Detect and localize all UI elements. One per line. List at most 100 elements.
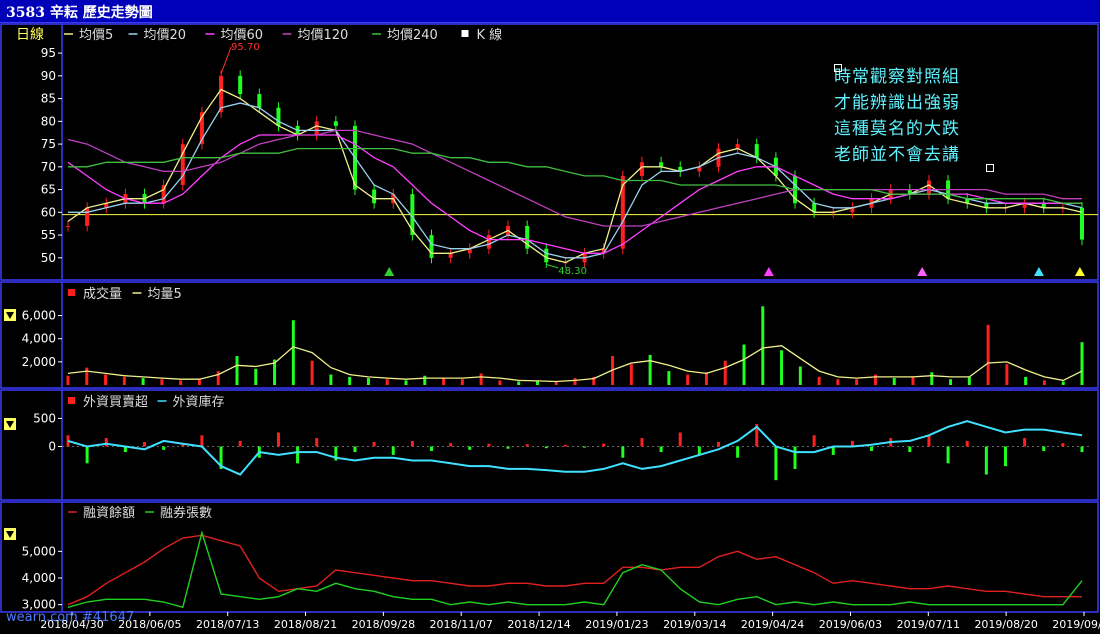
legend-price-label-3: 均價120 (298, 28, 349, 43)
date-tick-4: 2018/09/28 (352, 618, 415, 631)
foreign-bar (774, 446, 778, 481)
legend-price-label-0: 均價5 (79, 28, 113, 43)
foreign-bar (1023, 438, 1027, 447)
volume-bar (911, 376, 915, 385)
signal-marker-1 (763, 267, 774, 276)
volume-bar (85, 367, 89, 385)
candle-body (926, 180, 931, 195)
foreign-bar (812, 435, 816, 447)
high-label: 95.70 (231, 42, 260, 53)
volume-bar (686, 374, 690, 385)
foreign-bar (946, 446, 950, 464)
foreign-bar (143, 441, 147, 447)
volume-bar (535, 381, 539, 385)
volume-bar (704, 372, 708, 385)
foreign-bar (449, 443, 453, 447)
date-tick-6: 2018/12/14 (507, 618, 570, 631)
date-tick-9: 2019/04/24 (741, 618, 804, 631)
legend-price-swatch-5 (461, 30, 469, 37)
volume-ytick-0: 2,000 (22, 355, 56, 369)
date-tick-8: 2019/03/14 (663, 618, 726, 631)
signal-marker-3 (1033, 267, 1044, 276)
volume-bar (949, 379, 953, 385)
volume-bar (855, 379, 859, 385)
volume-bar (892, 378, 896, 385)
volume-bar (1061, 381, 1065, 385)
volume-bar (254, 368, 258, 385)
candle-body (754, 144, 759, 158)
foreign-bar (506, 446, 510, 449)
low-label: 48.30 (558, 266, 587, 277)
volume-bar (967, 376, 971, 385)
signal-marker-0 (384, 267, 395, 276)
foreign-bar (372, 441, 376, 447)
date-tick-7: 2019/01/23 (585, 618, 648, 631)
foreign-bar (1080, 446, 1084, 453)
price-ytick-9: 95 (41, 46, 56, 60)
volume-bar (66, 375, 70, 385)
date-tick-12: 2019/08/20 (974, 618, 1037, 631)
volume-bar (573, 378, 577, 385)
volume-series-均量5 (67, 345, 1083, 383)
volume-bar (366, 378, 370, 385)
candle-body (276, 107, 281, 126)
volume-bar (348, 376, 352, 385)
date-tick-11: 2019/07/11 (897, 618, 960, 631)
candle-body (544, 248, 549, 263)
date-tick-10: 2019/06/03 (819, 618, 882, 631)
candle-body (429, 235, 434, 258)
volume-bar (160, 379, 164, 385)
candle-body (639, 162, 644, 176)
volume-bar (498, 380, 502, 385)
candle-body (257, 94, 262, 108)
volume-bar (197, 379, 201, 385)
volume-bar (122, 376, 126, 385)
volume-bar (235, 356, 239, 385)
foreign-bar (602, 443, 606, 447)
volume-bar (723, 360, 727, 385)
candle-body (85, 207, 90, 226)
volume-ytick-2: 6,000 (22, 309, 56, 323)
annotation-line-4: 老師並不會去講 (834, 145, 960, 165)
candle-body (314, 121, 319, 135)
foreign-bar (85, 446, 89, 464)
foreign-bar (621, 446, 625, 458)
price-ytick-8: 90 (41, 69, 56, 83)
foreign-bar (315, 438, 319, 447)
foreign-ytick-0: 0 (48, 439, 56, 453)
volume-bar (667, 371, 671, 385)
volume-bar (986, 324, 990, 385)
legend-foreign-label-0: 外資買賣超 (83, 395, 148, 410)
legend-price-label-4: 均價240 (387, 28, 438, 43)
volume-bar (479, 373, 483, 385)
date-tick-2: 2018/07/13 (196, 618, 259, 631)
volume-bar (780, 350, 784, 385)
volume-bar (179, 380, 183, 385)
margin-series-融資餘額 (67, 534, 1082, 606)
volume-bar (104, 374, 108, 385)
volume-bar (761, 306, 765, 385)
date-tick-5: 2018/11/07 (430, 618, 493, 631)
legend-price-label-2: 均價60 (221, 28, 264, 43)
foreign-bar (391, 446, 395, 455)
signal-marker-4 (1074, 267, 1085, 276)
foreign-bar (927, 435, 931, 447)
volume-bar (310, 360, 314, 385)
volume-bar (1005, 364, 1009, 385)
high-pointer (220, 46, 232, 75)
annotation-line-1: 時常觀察對照組 (834, 67, 960, 87)
annotation-box: 時常觀察對照組 才能辨識出強弱 這種莫名的大跌 老師並不會去講 (834, 64, 994, 172)
volume-bar (404, 380, 408, 385)
candle-body (66, 225, 70, 227)
annotation-corner-top (834, 64, 842, 72)
margin-series-融券張數 (67, 530, 1083, 609)
foreign-bar (1042, 446, 1046, 451)
volume-bar (648, 354, 652, 385)
price-ytick-7: 85 (41, 92, 56, 106)
candle-body (238, 75, 243, 95)
foreign-bar (200, 435, 204, 447)
foreign-bar (487, 443, 491, 447)
signal-marker-2 (917, 267, 928, 276)
volume-bar (629, 364, 633, 385)
foreign-bar (659, 446, 663, 453)
